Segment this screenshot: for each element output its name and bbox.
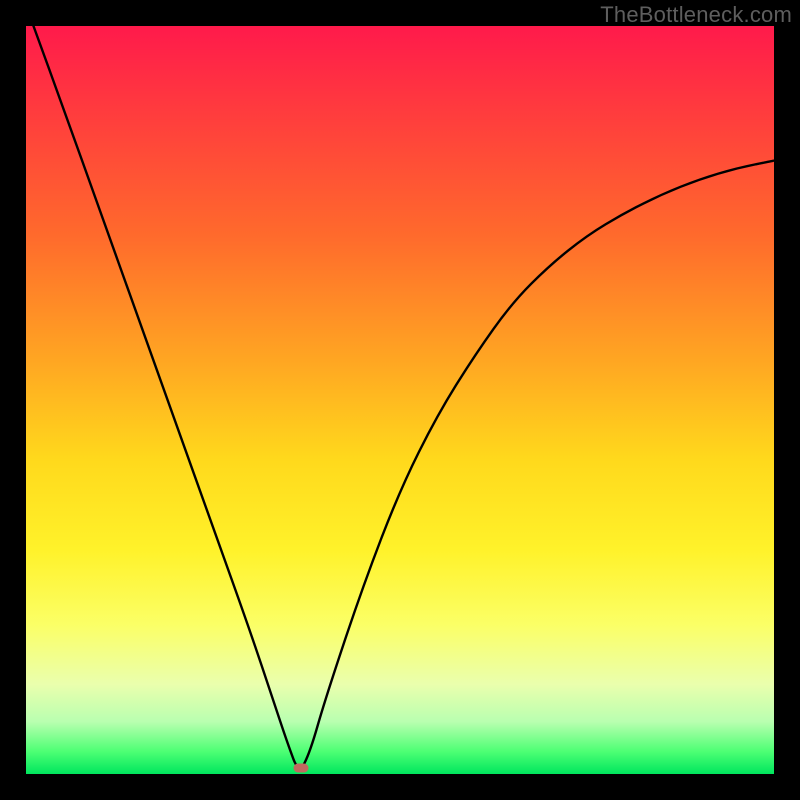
watermark-text: TheBottleneck.com	[600, 2, 792, 28]
plot-area	[26, 26, 774, 774]
optimum-marker	[294, 764, 309, 773]
curve-svg	[26, 26, 774, 774]
chart-frame: TheBottleneck.com	[0, 0, 800, 800]
bottleneck-curve	[33, 26, 774, 768]
